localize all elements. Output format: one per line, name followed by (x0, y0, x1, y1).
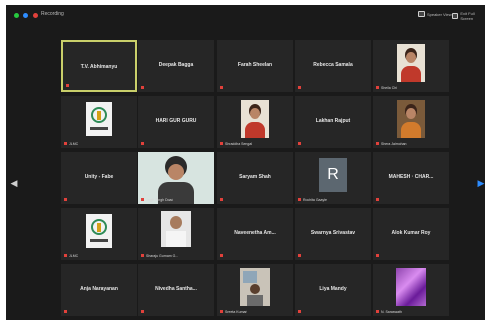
participant-caption: JLMC (69, 254, 79, 258)
participant-video: R (319, 158, 347, 192)
participant-tile[interactable]: Anja Narayanan (61, 264, 137, 316)
speaker-view-icon (418, 11, 425, 17)
participant-tile[interactable]: Nivedha Santha... (138, 264, 214, 316)
participant-tile[interactable]: JLMC (61, 96, 137, 148)
speaker-view-button[interactable]: Speaker View (418, 11, 452, 17)
participant-caption: Shraddha Sengal (225, 142, 253, 146)
participant-caption: Jagjit Singh Doad (146, 198, 174, 202)
participant-tile[interactable]: Shraddha Sengal (217, 96, 293, 148)
participant-tile[interactable]: Unity - Fabe (61, 152, 137, 204)
participant-name: Naveenetha Am... (234, 230, 276, 236)
participant-caption: JLMC (69, 142, 79, 146)
participant-name: Alok Kumar Roy (391, 230, 431, 236)
participant-tile[interactable]: Shera Jaimohan (373, 96, 449, 148)
participant-caption: Shera Jaimohan (381, 142, 407, 146)
participant-name: MAHESH · CHAR... (388, 174, 434, 180)
meeting-info-icon[interactable] (23, 13, 28, 18)
participant-video (161, 211, 191, 247)
participant-caption: Rochita Gaayle (303, 198, 327, 202)
zoom-meeting-window: Recording Speaker View Exit Full Screen … (6, 5, 485, 320)
muted-mic-icon (298, 86, 301, 89)
muted-mic-icon (298, 142, 301, 145)
exit-full-screen-label: Exit Full Screen (460, 11, 475, 21)
muted-mic-icon (141, 86, 144, 89)
participant-tile[interactable]: T.V. Abhimanyu (61, 40, 137, 92)
participant-tile[interactable]: Alok Kumar Roy (373, 208, 449, 260)
participant-tile[interactable]: N. Saraswath (373, 264, 449, 316)
muted-mic-icon (376, 86, 379, 89)
muted-mic-icon (376, 142, 379, 145)
participant-tile[interactable]: R Rochita Gaayle (295, 152, 371, 204)
muted-mic-icon (141, 142, 144, 145)
participant-caption: Sreeta Kumari (225, 310, 248, 314)
participant-video (397, 100, 425, 138)
muted-mic-icon (376, 198, 379, 201)
participant-name: Farah Sheelan (237, 62, 273, 68)
muted-mic-icon (298, 310, 301, 313)
muted-mic-icon (220, 86, 223, 89)
participant-tile[interactable]: Farah Sheelan (217, 40, 293, 92)
participant-name: T.V. Abhimanyu (80, 64, 118, 70)
muted-mic-icon (220, 198, 223, 201)
participant-tile[interactable]: Naveenetha Am... (217, 208, 293, 260)
participant-name: Swarnya Srivastav (310, 230, 356, 236)
participant-tile[interactable]: Sheila Chi (373, 40, 449, 92)
participant-video (241, 100, 269, 138)
participant-tile[interactable]: Sharaju Gurnam G... (138, 208, 214, 260)
participant-video (86, 102, 112, 136)
muted-mic-icon (376, 310, 379, 313)
participant-video (86, 214, 112, 248)
participant-video (240, 268, 270, 306)
participant-name: Lakhan Rajput (315, 118, 351, 124)
muted-mic-icon (298, 254, 301, 257)
participant-tile[interactable]: Liya Mandy (295, 264, 371, 316)
participant-name: Saryam Shah (239, 174, 271, 180)
muted-mic-icon (141, 198, 144, 201)
recording-label: Recording (41, 11, 64, 17)
muted-mic-icon (298, 198, 301, 201)
exit-full-screen-icon (452, 13, 459, 19)
participant-name: Rebecca Samala (313, 62, 353, 68)
exit-full-screen-button[interactable]: Exit Full Screen (452, 11, 485, 21)
muted-mic-icon (141, 254, 144, 257)
muted-mic-icon (64, 254, 67, 257)
participant-tile[interactable]: Deepak Bagga (138, 40, 214, 92)
next-page-arrow-icon[interactable]: ▶ (476, 173, 485, 193)
muted-mic-icon (220, 310, 223, 313)
meeting-top-bar: Recording Speaker View Exit Full Screen (6, 5, 485, 25)
participant-caption: N. Saraswath (381, 310, 403, 314)
participant-tile[interactable]: Sreeta Kumari (217, 264, 293, 316)
recording-indicator-icon (33, 13, 38, 18)
participant-video (396, 268, 426, 306)
participant-tile[interactable]: JLMC (61, 208, 137, 260)
muted-mic-icon (64, 142, 67, 145)
participant-tile[interactable]: Lakhan Rajput (295, 96, 371, 148)
muted-mic-icon (64, 310, 67, 313)
participant-name: Liya Mandy (319, 286, 347, 292)
muted-mic-icon (66, 84, 69, 87)
muted-mic-icon (376, 254, 379, 257)
security-shield-icon[interactable] (14, 13, 19, 18)
participant-tile[interactable]: Saryam Shah (217, 152, 293, 204)
participant-tile[interactable]: Swarnya Srivastav (295, 208, 371, 260)
participant-tile[interactable]: Rebecca Samala (295, 40, 371, 92)
participant-tile[interactable]: Jagjit Singh Doad (138, 152, 214, 204)
participant-caption: Sheila Chi (381, 86, 397, 90)
participant-tile[interactable]: HARI GUR GURU (138, 96, 214, 148)
participant-caption: Sharaju Gurnam G... (146, 254, 179, 258)
muted-mic-icon (220, 142, 223, 145)
muted-mic-icon (220, 254, 223, 257)
participant-name: Unity - Fabe (84, 174, 114, 180)
muted-mic-icon (141, 310, 144, 313)
participant-tile[interactable]: MAHESH · CHAR... (373, 152, 449, 204)
speaker-view-label: Speaker View (427, 11, 452, 17)
participant-name: HARI GUR GURU (155, 118, 197, 124)
participant-name: Anja Narayanan (80, 286, 118, 292)
participant-name: Deepak Bagga (158, 62, 194, 68)
previous-page-arrow-icon[interactable]: ◀ (9, 173, 19, 193)
participant-video (397, 44, 425, 82)
muted-mic-icon (64, 198, 67, 201)
participant-name: Nivedha Santha... (155, 286, 197, 292)
participant-video (138, 152, 214, 204)
